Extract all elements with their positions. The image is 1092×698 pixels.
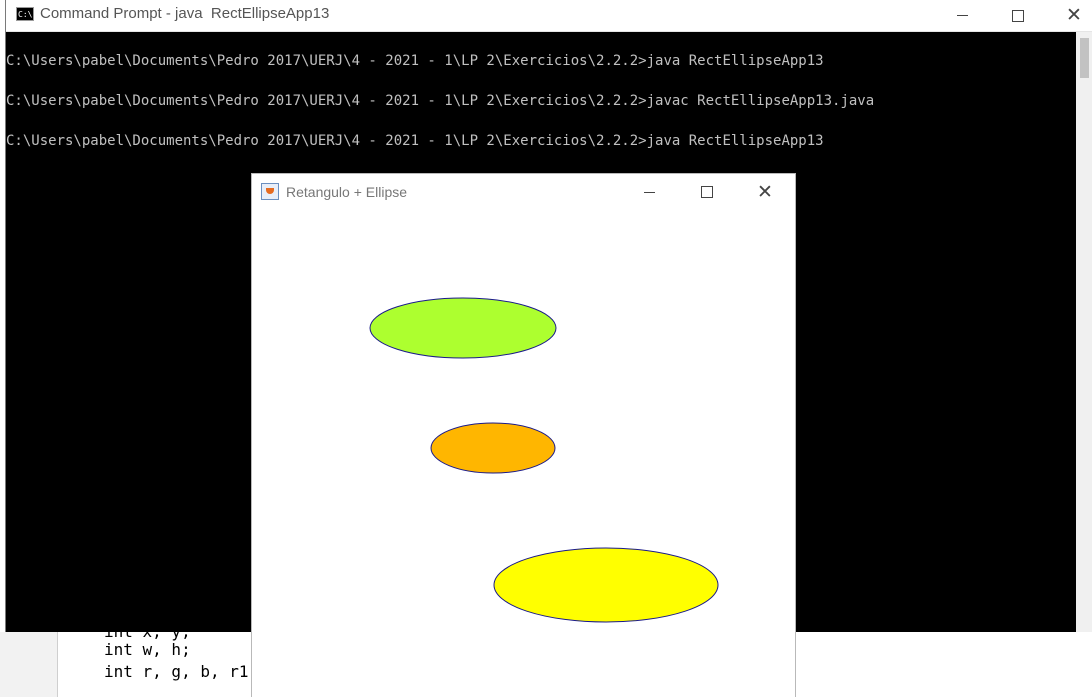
minimize-icon <box>643 191 655 193</box>
green-ellipse <box>369 297 557 359</box>
maximize-icon <box>1012 9 1024 22</box>
editor-gutter <box>0 632 57 697</box>
code-line: int w, h; <box>104 640 191 659</box>
code-line: int r, g, b, r1 <box>104 662 249 681</box>
cmd-scrollbar-thumb[interactable] <box>1080 38 1089 78</box>
cmd-close-button[interactable]: ✕ <box>1045 0 1092 31</box>
java-maximize-button[interactable] <box>678 174 736 210</box>
console-line: C:\Users\pabel\Documents\Pedro 2017\UERJ… <box>6 133 824 149</box>
java-app-window[interactable]: Retangulo + Ellipse ✕ <box>251 173 796 697</box>
cmd-maximize-button[interactable] <box>989 0 1047 31</box>
cmd-app-icon: C:\ <box>16 7 34 21</box>
cmd-scrollbar[interactable] <box>1076 32 1092 632</box>
yellow-ellipse <box>493 547 719 623</box>
orange-ellipse <box>430 422 556 474</box>
console-line: C:\Users\pabel\Documents\Pedro 2017\UERJ… <box>6 53 824 69</box>
cmd-titlebar[interactable]: C:\ Command Prompt - java RectEllipseApp… <box>6 0 1092 32</box>
code-editor[interactable]: int x, y; int w, h; int r, g, b, r1 <box>57 632 253 697</box>
console-line: C:\Users\pabel\Documents\Pedro 2017\UERJ… <box>6 93 875 109</box>
minimize-icon <box>956 15 968 16</box>
java-cup-icon <box>261 183 279 200</box>
drawing-canvas <box>369 297 719 623</box>
maximize-icon <box>701 186 713 198</box>
cmd-window-title: Command Prompt - java RectEllipseApp13 <box>40 5 330 22</box>
cmd-minimize-button[interactable] <box>933 0 991 31</box>
editor-background <box>796 632 1092 697</box>
close-icon: ✕ <box>757 181 773 203</box>
java-titlebar[interactable]: Retangulo + Ellipse ✕ <box>252 174 795 210</box>
java-close-button[interactable]: ✕ <box>736 174 794 210</box>
java-minimize-button[interactable] <box>620 174 678 210</box>
java-window-title: Retangulo + Ellipse <box>286 184 408 200</box>
close-icon: ✕ <box>1066 5 1082 26</box>
